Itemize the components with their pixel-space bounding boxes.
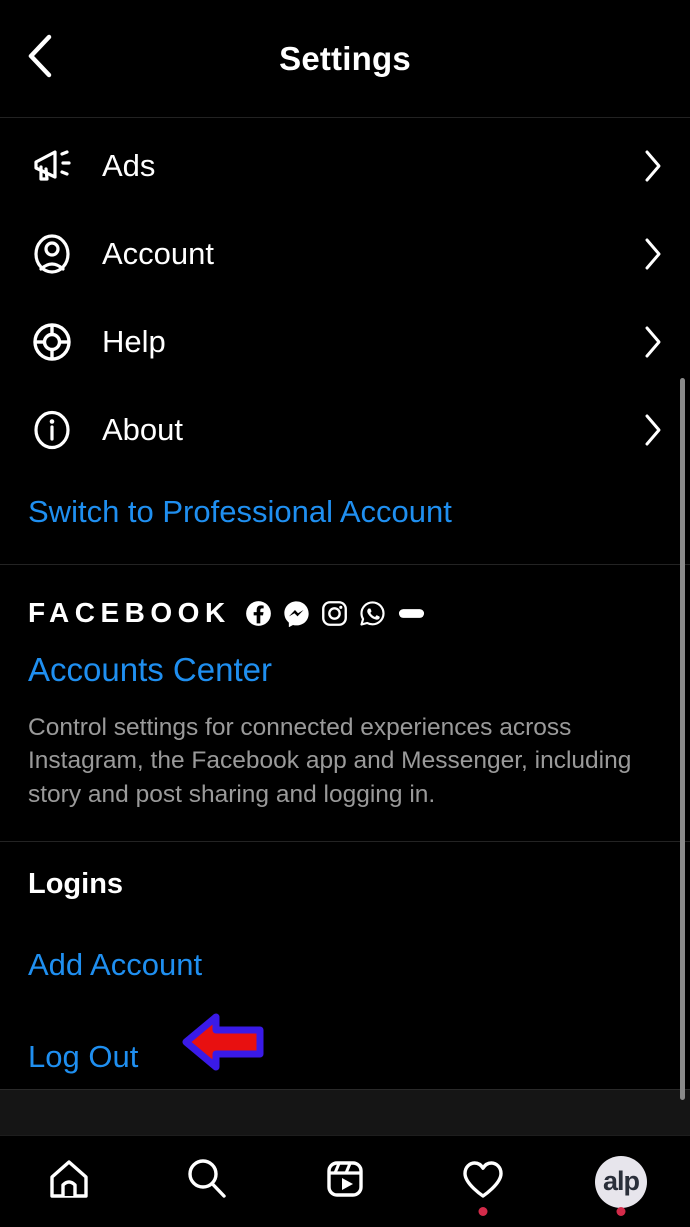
nav-activity-button[interactable]: [443, 1146, 523, 1218]
search-icon: [181, 1153, 233, 1210]
accounts-center-link[interactable]: Accounts Center: [28, 651, 662, 689]
settings-screen: Settings Ads Account Help About Switch t…: [0, 0, 690, 1227]
page-title: Settings: [279, 39, 411, 77]
profile-badge-dot: [616, 1206, 626, 1216]
settings-row-account[interactable]: Account: [0, 210, 690, 298]
logins-section: Logins Add Account Log Out: [0, 842, 690, 1131]
heart-icon: [458, 1154, 508, 1209]
chevron-right-icon: [640, 150, 666, 182]
nav-reels-button[interactable]: [305, 1146, 385, 1218]
chevron-right-icon: [640, 326, 666, 358]
back-button[interactable]: [12, 31, 68, 87]
info-circle-icon: [24, 402, 80, 458]
avatar: alp: [595, 1155, 647, 1208]
add-account-button[interactable]: Add Account: [28, 947, 202, 983]
home-icon: [43, 1153, 95, 1210]
logins-heading: Logins: [28, 867, 124, 900]
settings-row-label: Ads: [102, 148, 156, 183]
settings-row-ads[interactable]: Ads: [0, 122, 690, 210]
activity-badge-dot: [478, 1206, 488, 1216]
settings-row-help[interactable]: Help: [0, 298, 690, 386]
facebook-app-icons: [245, 600, 426, 627]
left-arrow-annotation: [180, 1003, 270, 1081]
instagram-icon: [321, 600, 348, 627]
nav-search-button[interactable]: [167, 1146, 247, 1218]
bottom-filler-band: [0, 1089, 690, 1136]
log-out-button[interactable]: Log Out: [28, 1039, 138, 1075]
bottom-navigation-bar: alp: [0, 1136, 690, 1227]
whatsapp-icon: [359, 600, 386, 627]
facebook-brand: FACEBOOK: [28, 597, 662, 629]
chevron-right-icon: [640, 238, 666, 270]
nav-profile-button[interactable]: alp: [581, 1146, 661, 1218]
person-circle-icon: [24, 226, 80, 282]
settings-row-label: Account: [102, 236, 215, 271]
settings-list: Ads Account Help About Switch to Profess…: [0, 118, 690, 564]
avatar-label: alp: [602, 1166, 640, 1196]
chevron-right-icon: [640, 414, 666, 446]
messenger-icon: [283, 600, 310, 627]
settings-row-label: About: [102, 412, 184, 447]
life-preserver-icon: [24, 314, 80, 370]
megaphone-icon: [24, 138, 80, 194]
reels-icon: [319, 1153, 371, 1210]
header: Settings: [0, 0, 690, 118]
settings-row-label: Help: [102, 324, 166, 359]
accounts-center-description: Control settings for connected experienc…: [28, 714, 632, 808]
facebook-section: FACEBOOK Accounts Center Control setting…: [0, 565, 690, 841]
oculus-icon: [397, 600, 426, 627]
vertical-scrollbar[interactable]: [680, 378, 685, 1100]
switch-professional-account-button[interactable]: Switch to Professional Account: [0, 474, 690, 564]
settings-row-about[interactable]: About: [0, 386, 690, 474]
nav-home-button[interactable]: [29, 1146, 109, 1218]
chevron-left-icon: [23, 33, 57, 84]
facebook-wordmark: FACEBOOK: [28, 597, 231, 628]
switch-professional-account-label: Switch to Professional Account: [28, 494, 452, 529]
facebook-icon: [245, 600, 272, 627]
